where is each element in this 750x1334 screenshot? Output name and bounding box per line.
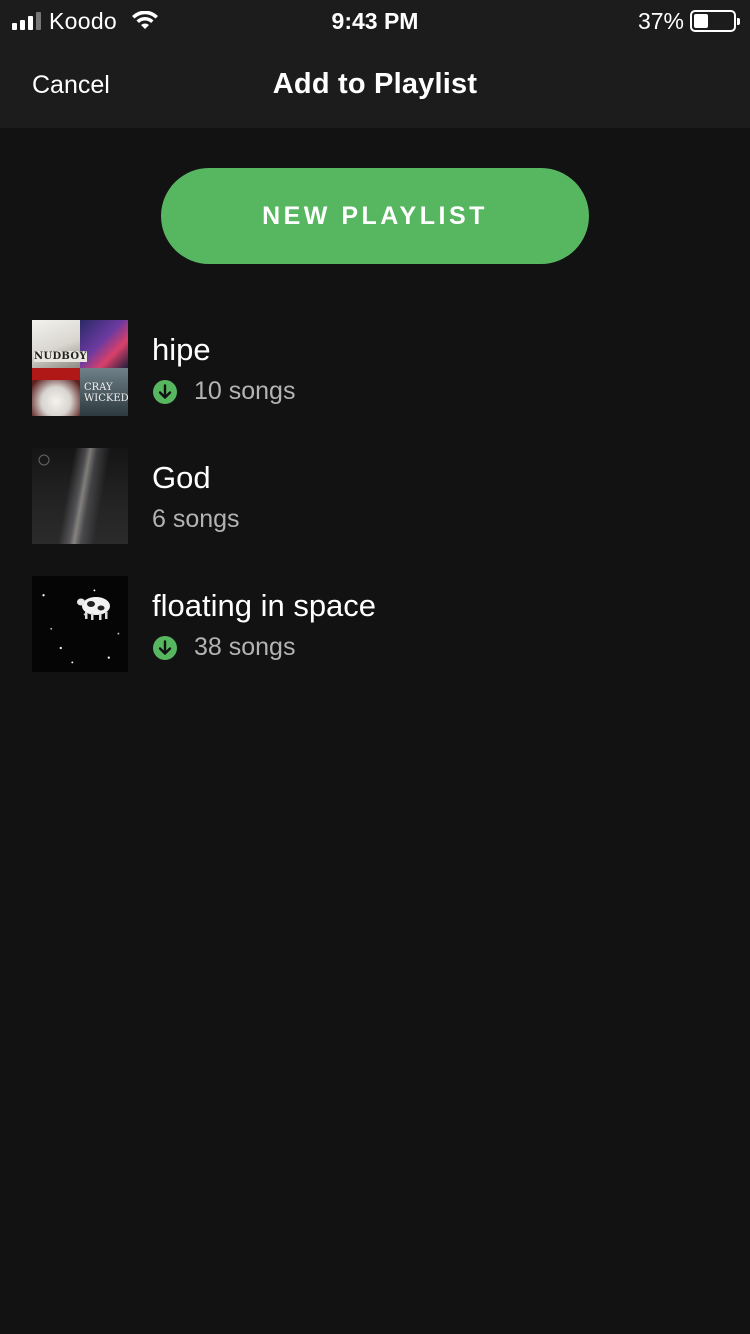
mosaic-tile-text: CRAY WICKED [84, 382, 128, 404]
battery-percent: 37% [637, 7, 684, 34]
cover-mosaic: NUDBOY CRAY WICKED [32, 320, 128, 416]
page-title: Add to Playlist [272, 68, 478, 100]
song-count: 6 songs [152, 505, 240, 533]
mosaic-tile: NUDBOY [32, 320, 87, 368]
playlist-name: God [152, 460, 211, 495]
cover-logo-icon [38, 454, 50, 466]
cow-icon [77, 597, 110, 620]
status-bar-right: 37% [637, 7, 740, 34]
battery-fill [694, 14, 709, 28]
playlist-list: NUDBOY CRAY WICKED hipe 10 songs God 6 s… [0, 320, 750, 704]
navigation-bar: Cancel Add to Playlist [0, 44, 750, 128]
playlist-name: hipe [152, 332, 211, 367]
song-count: 10 songs [194, 377, 296, 405]
song-count: 38 songs [194, 633, 296, 661]
new-playlist-button[interactable]: NEW PLAYLIST [161, 168, 589, 264]
playlist-meta: 38 songs [152, 633, 295, 662]
playlist-name: floating in space [152, 588, 377, 623]
playlist-cover-hipe: NUDBOY CRAY WICKED [32, 320, 128, 416]
mosaic-tile: CRAY WICKED [80, 368, 128, 416]
playlist-cover-floating-in-space [32, 576, 128, 672]
playlist-meta: 10 songs [152, 377, 295, 406]
playlist-cover-god [32, 448, 128, 544]
mosaic-tile [80, 320, 128, 368]
downloaded-icon [153, 635, 177, 660]
status-bar: Koodo 9:43 PM 37% [0, 0, 750, 44]
playlist-row-god[interactable]: God 6 songs [0, 448, 750, 576]
playlist-row-floating-in-space[interactable]: floating in space 38 songs [0, 576, 750, 704]
mosaic-tile [32, 368, 80, 416]
mosaic-tile-text: NUDBOY [34, 351, 87, 362]
playlist-meta: 6 songs [152, 505, 240, 534]
battery-icon [690, 10, 740, 32]
downloaded-icon [153, 379, 177, 404]
playlist-row-hipe[interactable]: NUDBOY CRAY WICKED hipe 10 songs [0, 320, 750, 448]
